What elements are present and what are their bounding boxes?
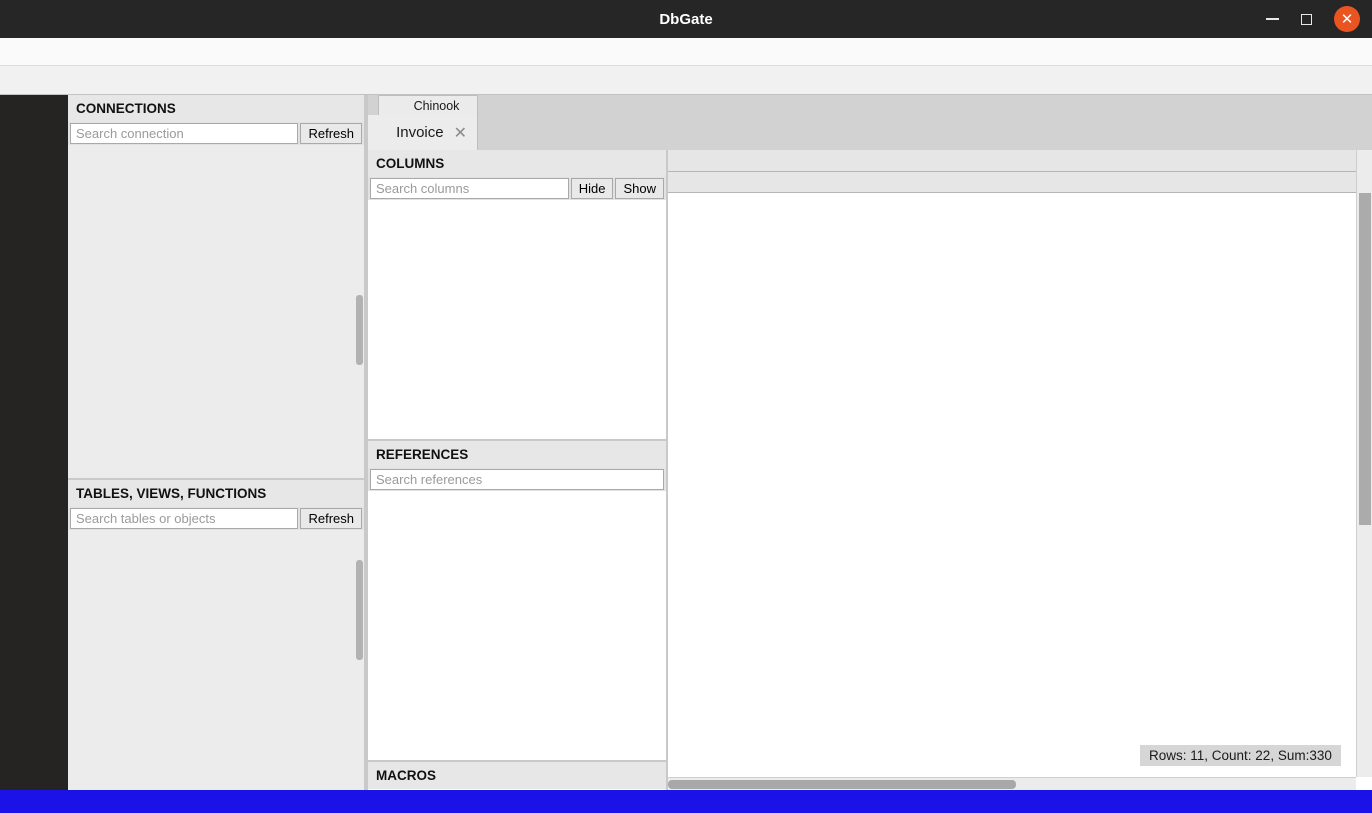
connections-scrollbar[interactable] xyxy=(356,295,363,365)
tab-strip: Chinook Invoice ✕ xyxy=(368,95,1372,150)
toolbar xyxy=(0,66,1372,95)
tables-scrollbar[interactable] xyxy=(356,560,363,660)
menu-bar xyxy=(0,38,1372,66)
tab-close-icon[interactable]: ✕ xyxy=(454,123,467,143)
columns-header: COLUMNS xyxy=(368,150,666,177)
tables-tree xyxy=(68,530,364,788)
search-connection-input[interactable] xyxy=(70,123,298,144)
maximize-icon[interactable] xyxy=(1301,14,1312,25)
macros-header: MACROS xyxy=(368,762,666,789)
connections-refresh-button[interactable]: Refresh xyxy=(300,123,362,144)
close-icon[interactable]: ✕ xyxy=(1334,6,1360,32)
grid-header-row xyxy=(668,150,1372,172)
minimize-icon[interactable] xyxy=(1266,18,1279,20)
left-panel: CONNECTIONS Refresh TABLES, VIEWS, FUNCT… xyxy=(68,95,364,790)
connections-header: CONNECTIONS xyxy=(68,95,364,122)
show-button[interactable]: Show xyxy=(615,178,664,199)
data-grid: Rows: 11, Count: 22, Sum:330 xyxy=(668,150,1372,790)
references-header: REFERENCES xyxy=(368,441,666,468)
search-tables-input[interactable] xyxy=(70,508,298,529)
selection-stats-tooltip: Rows: 11, Count: 22, Sum:330 xyxy=(1140,745,1341,766)
macros-panel: MACROS xyxy=(368,762,666,790)
tables-header: TABLES, VIEWS, FUNCTIONS xyxy=(68,480,364,507)
columns-list xyxy=(368,200,666,206)
tab-group-label: Chinook xyxy=(378,95,478,115)
hide-button[interactable]: Hide xyxy=(571,178,614,199)
status-bar xyxy=(0,790,1372,813)
grid-horizontal-scrollbar[interactable] xyxy=(668,777,1356,790)
tables-panel: TABLES, VIEWS, FUNCTIONS Refresh xyxy=(68,478,364,790)
title-bar: DbGate ✕ xyxy=(0,0,1372,38)
connections-panel: CONNECTIONS Refresh xyxy=(68,95,364,477)
search-references-input[interactable] xyxy=(370,469,664,490)
icon-rail xyxy=(0,95,68,790)
columns-panel: COLUMNS Hide Show xyxy=(368,150,666,439)
connections-tree xyxy=(68,145,364,475)
window-title: DbGate xyxy=(659,11,712,28)
table-icon xyxy=(378,125,388,141)
grid-filter-row xyxy=(668,172,1372,193)
grid-vertical-scrollbar[interactable] xyxy=(1356,150,1372,777)
dbgate-window: DbGate ✕ CONNECTIONS Refresh TABLES, VIE… xyxy=(0,0,1372,813)
window-controls: ✕ xyxy=(1266,0,1360,38)
references-panel: REFERENCES xyxy=(368,441,666,760)
tab-invoice[interactable]: Invoice ✕ xyxy=(368,115,478,150)
tables-refresh-button[interactable]: Refresh xyxy=(300,508,362,529)
search-columns-input[interactable] xyxy=(370,178,569,199)
